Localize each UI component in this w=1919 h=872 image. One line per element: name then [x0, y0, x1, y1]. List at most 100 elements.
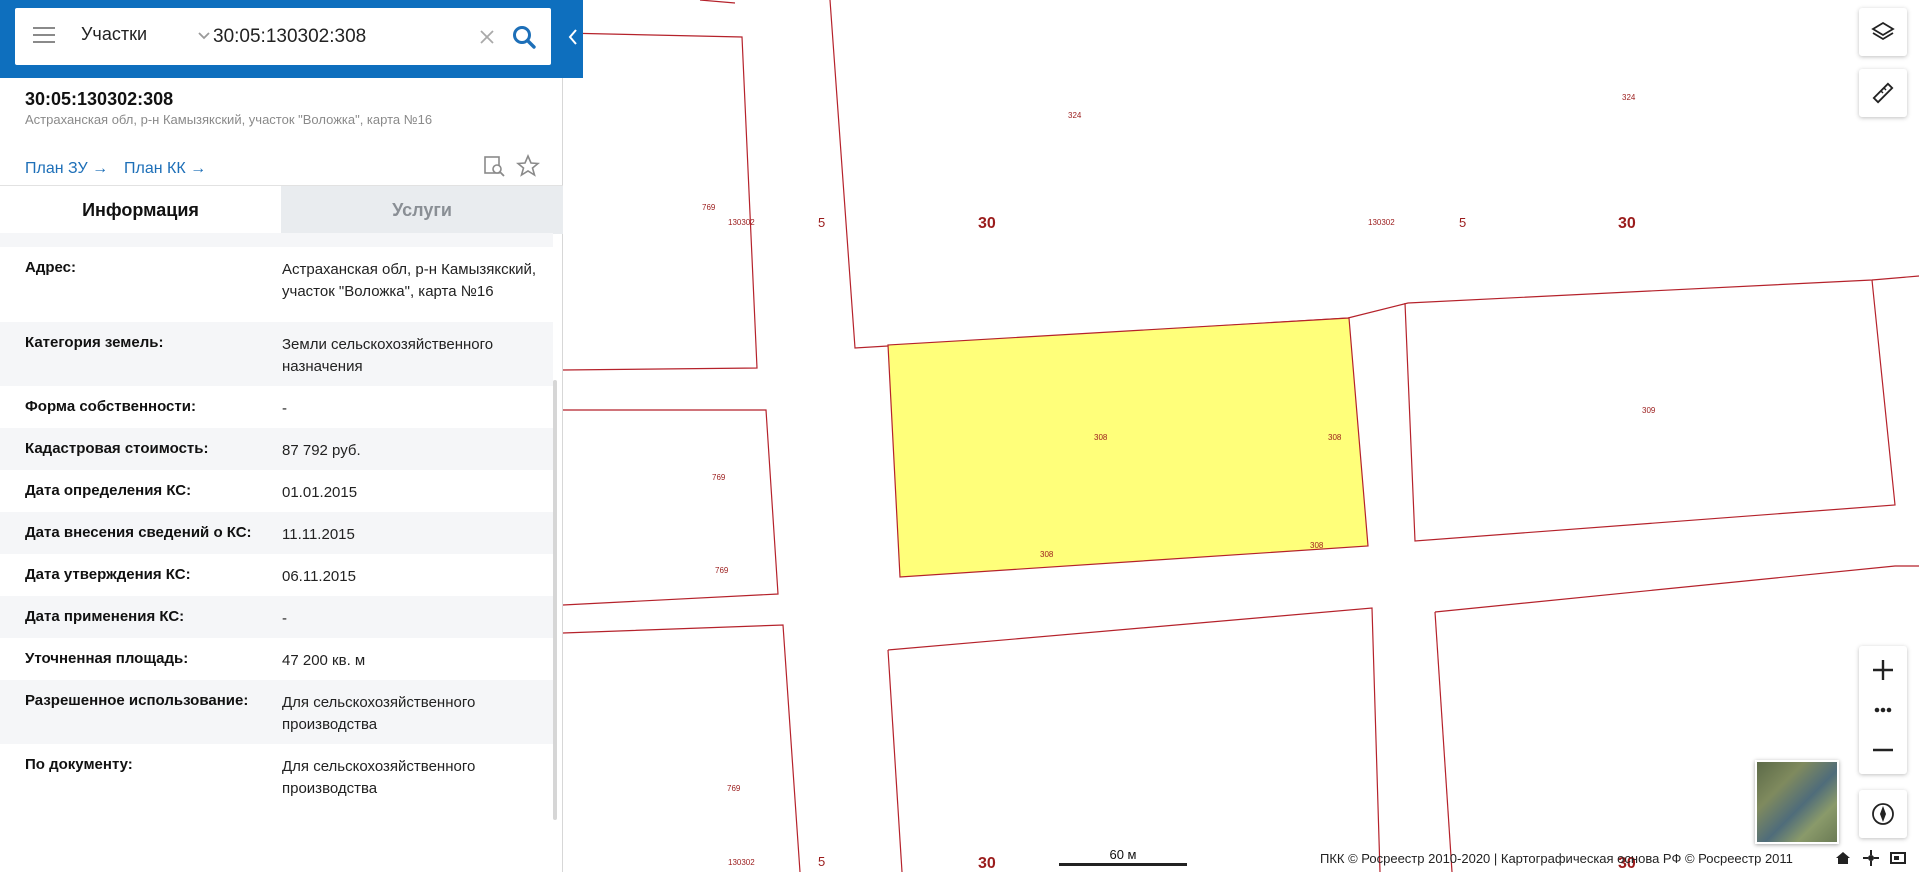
info-key: Дата применения КС:	[25, 608, 185, 625]
info-row-cut	[0, 233, 553, 247]
info-row: Адрес: Астраханская обл, р-н Камызякский…	[0, 247, 553, 322]
info-value: Астраханская обл, р-н Камызякский, участ…	[282, 261, 537, 300]
info-key: Дата определения КС:	[25, 482, 192, 499]
selected-parcel[interactable]	[887, 317, 1369, 578]
info-key: Дата утверждения КС:	[25, 566, 191, 583]
more-button[interactable]	[1859, 690, 1907, 730]
plus-icon	[1873, 660, 1893, 680]
map-label: 130302	[1368, 218, 1395, 227]
map-label: 324	[1068, 111, 1082, 120]
map-label: 30	[978, 215, 996, 232]
ruler-icon	[1872, 82, 1894, 104]
locate-on-map-icon[interactable]	[482, 154, 506, 178]
info-value: 11.11.2015	[282, 526, 355, 543]
info-row: Дата внесения сведений о КС: 11.11.2015	[0, 512, 553, 554]
info-row: Категория земель: Земли сельскохозяйстве…	[0, 322, 553, 386]
home-icon[interactable]	[1834, 849, 1852, 867]
info-key: По документу:	[25, 756, 133, 773]
collapse-panel-chevron-left-icon[interactable]	[563, 20, 583, 54]
parcel-boundary	[1434, 565, 1919, 613]
info-row: Кадастровая стоимость: 87 792 руб.	[0, 428, 553, 470]
info-row: Дата применения КС: -	[0, 596, 553, 638]
plan-zu-link[interactable]: План ЗУ →	[25, 160, 108, 178]
copyright-text: ПКК © Росреестр 2010-2020 | Картографиче…	[1320, 851, 1793, 866]
object-type-label: Участки	[81, 24, 147, 44]
map-label: 30	[1618, 215, 1636, 232]
map-label: 130302	[728, 218, 755, 227]
map-label: 769	[712, 473, 726, 482]
scale-label: 60 м	[1109, 847, 1137, 862]
chevron-down-icon	[198, 32, 210, 40]
map-label: 324	[1622, 93, 1636, 102]
parcel-boundary	[887, 607, 1381, 872]
info-value: Для сельскохозяйственного производства	[282, 694, 476, 733]
info-value: Для сельскохозяйственного производства	[282, 758, 476, 797]
map-label: 5	[1459, 215, 1466, 230]
info-value: 47 200 кв. м	[282, 652, 366, 669]
info-value: 87 792 руб.	[282, 442, 361, 459]
info-key: Категория земель:	[25, 334, 164, 351]
map-label: 5	[818, 215, 825, 230]
menu-icon[interactable]	[33, 27, 55, 45]
map-label: 30	[978, 855, 996, 872]
crosshair-icon[interactable]	[1862, 849, 1880, 867]
search-box: Участки	[15, 8, 551, 65]
zoom-in-button[interactable]	[1859, 650, 1907, 690]
layers-button[interactable]	[1859, 8, 1907, 56]
info-row: Разрешенное использование: Для сельскохо…	[0, 680, 553, 744]
parcel-boundary	[887, 649, 903, 872]
info-panel: 30:05:130302:308 Астраханская обл, р-н К…	[0, 0, 563, 872]
favorite-star-icon[interactable]	[515, 153, 541, 178]
parcel-boundary	[829, 0, 1919, 349]
parcel-boundary	[562, 32, 758, 371]
info-key: Уточненная площадь:	[25, 650, 189, 667]
compass-button[interactable]	[1859, 790, 1907, 838]
map-label: 308	[1094, 433, 1108, 442]
ruler-button[interactable]	[1859, 69, 1907, 117]
object-address: Астраханская обл, р-н Камызякский, участ…	[25, 112, 433, 127]
info-value: 01.01.2015	[282, 484, 358, 501]
search-bar: Участки	[0, 0, 583, 78]
zoom-controls	[1859, 646, 1907, 774]
map-label: 308	[1040, 550, 1054, 559]
map-label: 130302	[728, 858, 755, 867]
dots-icon	[1874, 707, 1892, 713]
info-value: -	[282, 610, 287, 627]
info-key: Кадастровая стоимость:	[25, 440, 209, 457]
info-row: Уточненная площадь: 47 200 кв. м	[0, 638, 553, 680]
info-value: Земли сельскохозяйственного назначения	[282, 336, 494, 375]
info-row: Форма собственности: -	[0, 386, 553, 428]
parcel-boundary	[1434, 611, 1453, 872]
layers-icon	[1871, 21, 1895, 41]
compass-icon	[1872, 803, 1894, 825]
object-type-select[interactable]: Участки	[81, 24, 213, 50]
panel-tabs: Информация Услуги	[0, 185, 563, 234]
info-value: 06.11.2015	[282, 568, 356, 585]
basemap-thumbnail[interactable]	[1755, 760, 1839, 844]
info-row: Дата определения КС: 01.01.2015	[0, 470, 553, 512]
minus-icon	[1873, 748, 1893, 752]
object-title: 30:05:130302:308	[25, 89, 174, 109]
tab-services[interactable]: Услуги	[281, 186, 563, 234]
info-key: Разрешенное использование:	[25, 692, 249, 709]
info-key: Форма собственности:	[25, 398, 196, 415]
map-label: 308	[1328, 433, 1342, 442]
info-table: Адрес: Астраханская обл, р-н Камызякский…	[0, 233, 555, 833]
clear-icon[interactable]	[476, 26, 498, 48]
search-icon[interactable]	[511, 24, 537, 50]
tab-information[interactable]: Информация	[0, 186, 281, 234]
parcel-boundary	[562, 409, 779, 606]
scale-line	[1059, 863, 1187, 866]
fullscreen-icon[interactable]	[1889, 849, 1907, 867]
map-label: 769	[702, 203, 716, 212]
info-key: Дата внесения сведений о КС:	[25, 524, 252, 541]
search-input[interactable]	[213, 20, 481, 54]
zoom-out-button[interactable]	[1859, 730, 1907, 770]
parcel-boundary	[562, 624, 801, 872]
map-label: 5	[818, 854, 825, 869]
map-label: 769	[727, 784, 741, 793]
info-row: Дата утверждения КС: 06.11.2015	[0, 554, 553, 596]
plan-kk-link[interactable]: План КК →	[124, 160, 206, 178]
info-scrollbar[interactable]	[553, 380, 557, 820]
scale-bar: 60 м	[1059, 847, 1187, 866]
